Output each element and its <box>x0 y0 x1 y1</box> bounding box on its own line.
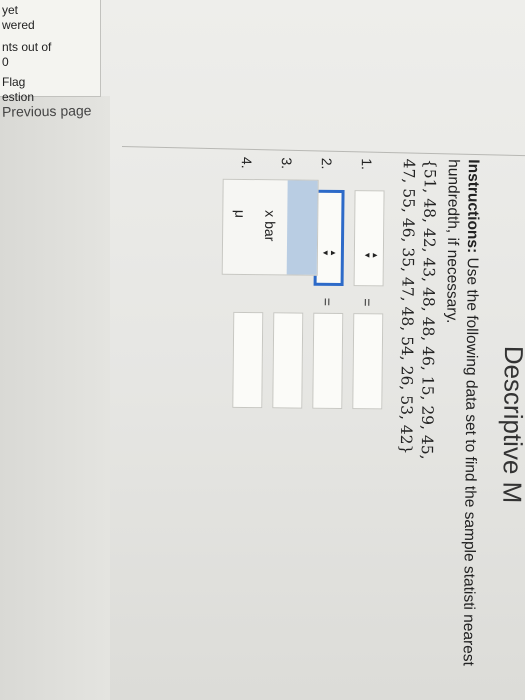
dropdown-option-x-bar[interactable]: x bar <box>255 180 286 274</box>
select-arrows-icon: ▲ ▼ <box>362 251 380 260</box>
points-line: nts out of <box>2 40 52 54</box>
instructions-label: Instructions: <box>463 159 482 254</box>
sidebar-background <box>0 96 110 700</box>
statistic-select-1[interactable]: ▲ ▼ <box>353 190 385 287</box>
question-status-panel: yet wered nts out of 0 Flag estion <box>0 0 101 104</box>
row-number: 4. <box>238 156 255 169</box>
status-line: yet <box>2 3 19 17</box>
row-number: 3. <box>278 157 295 170</box>
previous-page-link[interactable]: Previous page <box>2 102 92 120</box>
question-content: Descriptive M Instructions: Use the foll… <box>130 146 525 670</box>
answer-input-4[interactable] <box>232 311 264 409</box>
dropdown-option-mu[interactable]: μ <box>225 180 256 274</box>
answer-input-1[interactable] <box>352 313 384 410</box>
answer-input-2[interactable] <box>312 312 344 409</box>
equals-sign: = <box>359 298 376 307</box>
statistic-dropdown-menu[interactable]: x bar μ <box>221 178 319 276</box>
answer-input-3[interactable] <box>272 312 304 409</box>
status-line: wered <box>2 18 35 32</box>
page-title: Descriptive M <box>497 345 525 504</box>
equals-sign: = <box>319 297 336 307</box>
points-value: 0 <box>2 55 9 69</box>
flag-question-link[interactable]: Flag <box>2 75 25 89</box>
data-set: {51, 48, 42, 43, 48, 48, 46, 15, 29, 45,… <box>392 159 439 679</box>
screen: yet wered nts out of 0 Flag estion Previ… <box>0 0 525 700</box>
dropdown-option-blank[interactable] <box>286 180 318 275</box>
flag-question-link-text[interactable]: estion <box>2 90 34 104</box>
select-arrows-icon: ▲ ▼ <box>320 248 338 257</box>
row-number: 1. <box>358 158 375 171</box>
instructions: Instructions: Use the following data set… <box>437 159 482 679</box>
row-number: 2. <box>318 157 335 170</box>
